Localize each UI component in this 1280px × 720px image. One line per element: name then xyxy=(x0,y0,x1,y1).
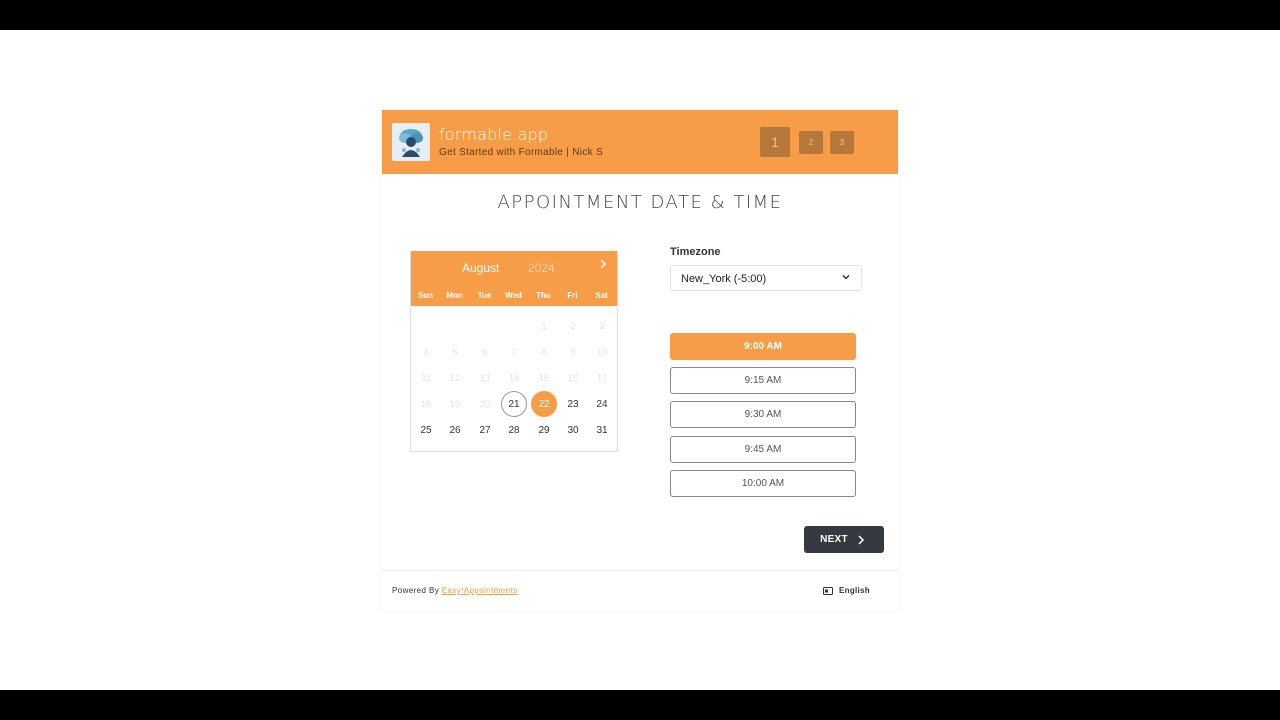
date-picker: August 2024 Sun Mon Tue Wed Thu Fri Sat xyxy=(410,251,618,452)
next-button[interactable]: NEXT xyxy=(804,526,884,553)
time-slot-button[interactable]: 10:00 AM xyxy=(670,470,856,497)
timezone-label: Timezone xyxy=(670,246,721,258)
language-selector[interactable]: English xyxy=(823,586,870,595)
step-1-indicator: 1 xyxy=(760,127,790,157)
weekday-row: Sun Mon Tue Wed Thu Fri Sat xyxy=(411,291,617,305)
calendar-day: 20 xyxy=(479,399,490,409)
calendar-day: 15 xyxy=(538,373,549,383)
weekday-label: Fri xyxy=(567,291,578,300)
calendar-day[interactable]: 31 xyxy=(589,417,615,443)
calendar-day: 9 xyxy=(570,347,576,357)
page-title: APPOINTMENT DATE & TIME xyxy=(497,192,783,213)
footer-divider xyxy=(382,570,898,571)
time-slot-button[interactable]: 9:30 AM xyxy=(670,401,856,428)
step-2-indicator: 2 xyxy=(799,131,823,154)
chevron-right-icon xyxy=(600,259,606,269)
calendar-day[interactable]: 28 xyxy=(501,417,527,443)
calendar-day: 7 xyxy=(511,347,517,357)
page-background: formable.app Get Started with Formable |… xyxy=(0,30,1280,690)
powered-by-label: Powered By xyxy=(392,586,440,595)
step-3-indicator: 3 xyxy=(830,131,854,154)
chevron-right-icon xyxy=(858,534,864,545)
calendar-day: 13 xyxy=(479,373,490,383)
service-provider-subtitle: Get Started with Formable | Nick S xyxy=(439,147,603,158)
booking-card: formable.app Get Started with Formable |… xyxy=(382,110,898,610)
weekday-label: Mon xyxy=(446,291,463,300)
calendar-day[interactable]: 27 xyxy=(472,417,498,443)
booking-header: formable.app Get Started with Formable |… xyxy=(382,110,898,174)
calendar-day: 4 xyxy=(423,347,429,357)
weekday-label: Sun xyxy=(417,291,434,300)
company-logo xyxy=(392,123,430,161)
calendar-day: 11 xyxy=(421,373,431,383)
calendar-month[interactable]: August xyxy=(462,261,499,275)
timezone-value: New_York (-5:00) xyxy=(681,273,767,285)
calendar-year[interactable]: 2024 xyxy=(528,261,555,275)
calendar-day: 12 xyxy=(449,373,460,383)
weekday-label: Wed xyxy=(505,291,522,300)
weekday-label: Tue xyxy=(477,291,492,300)
calendar-day[interactable]: 25 xyxy=(413,417,439,443)
calendar-day: 1 xyxy=(541,321,547,331)
weekday-label: Thu xyxy=(536,291,551,300)
language-icon xyxy=(823,586,833,595)
company-name: formable.app xyxy=(439,125,549,144)
easy-appointments-link[interactable]: Easy!Appointments xyxy=(442,586,518,595)
next-month-button[interactable] xyxy=(598,258,608,273)
calendar-day: 18 xyxy=(420,399,431,409)
calendar-days-grid: 1 2 3 4 5 6 7 8 9 10 11 12 13 14 15 16 17 18 19 20 21 22 23 24 2… xyxy=(411,313,617,449)
calendar-day: 10 xyxy=(596,347,607,357)
calendar-day[interactable]: 26 xyxy=(442,417,468,443)
calendar-day: 6 xyxy=(482,347,488,357)
calendar-day: 5 xyxy=(452,347,458,357)
calendar-day[interactable]: 30 xyxy=(560,417,586,443)
calendar-day: 16 xyxy=(567,373,578,383)
time-slot-button[interactable]: 9:45 AM xyxy=(670,436,856,463)
language-label: English xyxy=(839,586,870,595)
calendar-day: 3 xyxy=(599,321,605,331)
calendar-day[interactable]: 29 xyxy=(531,417,557,443)
time-slot-button[interactable]: 9:15 AM xyxy=(670,367,856,394)
calendar-day: 8 xyxy=(541,347,547,357)
calendar-day[interactable]: 22 xyxy=(531,391,557,417)
time-slot-button[interactable]: 9:00 AM xyxy=(670,333,856,360)
calendar-day[interactable]: 23 xyxy=(560,391,586,417)
calendar-day: 2 xyxy=(570,321,576,331)
calendar-day: 17 xyxy=(596,373,607,383)
calendar-day: 14 xyxy=(508,373,519,383)
calendar-day[interactable]: 21 xyxy=(501,391,527,417)
next-button-label: NEXT xyxy=(820,534,848,545)
calendar-day: 19 xyxy=(449,399,460,409)
timezone-select[interactable]: New_York (-5:00) xyxy=(670,265,862,291)
powered-by-text: Powered By Easy!Appointments xyxy=(392,586,518,595)
chevron-down-icon xyxy=(842,275,850,280)
calendar-header: August 2024 Sun Mon Tue Wed Thu Fri Sat xyxy=(411,251,617,306)
weekday-label: Sat xyxy=(595,291,608,300)
calendar-day[interactable]: 24 xyxy=(589,391,615,417)
